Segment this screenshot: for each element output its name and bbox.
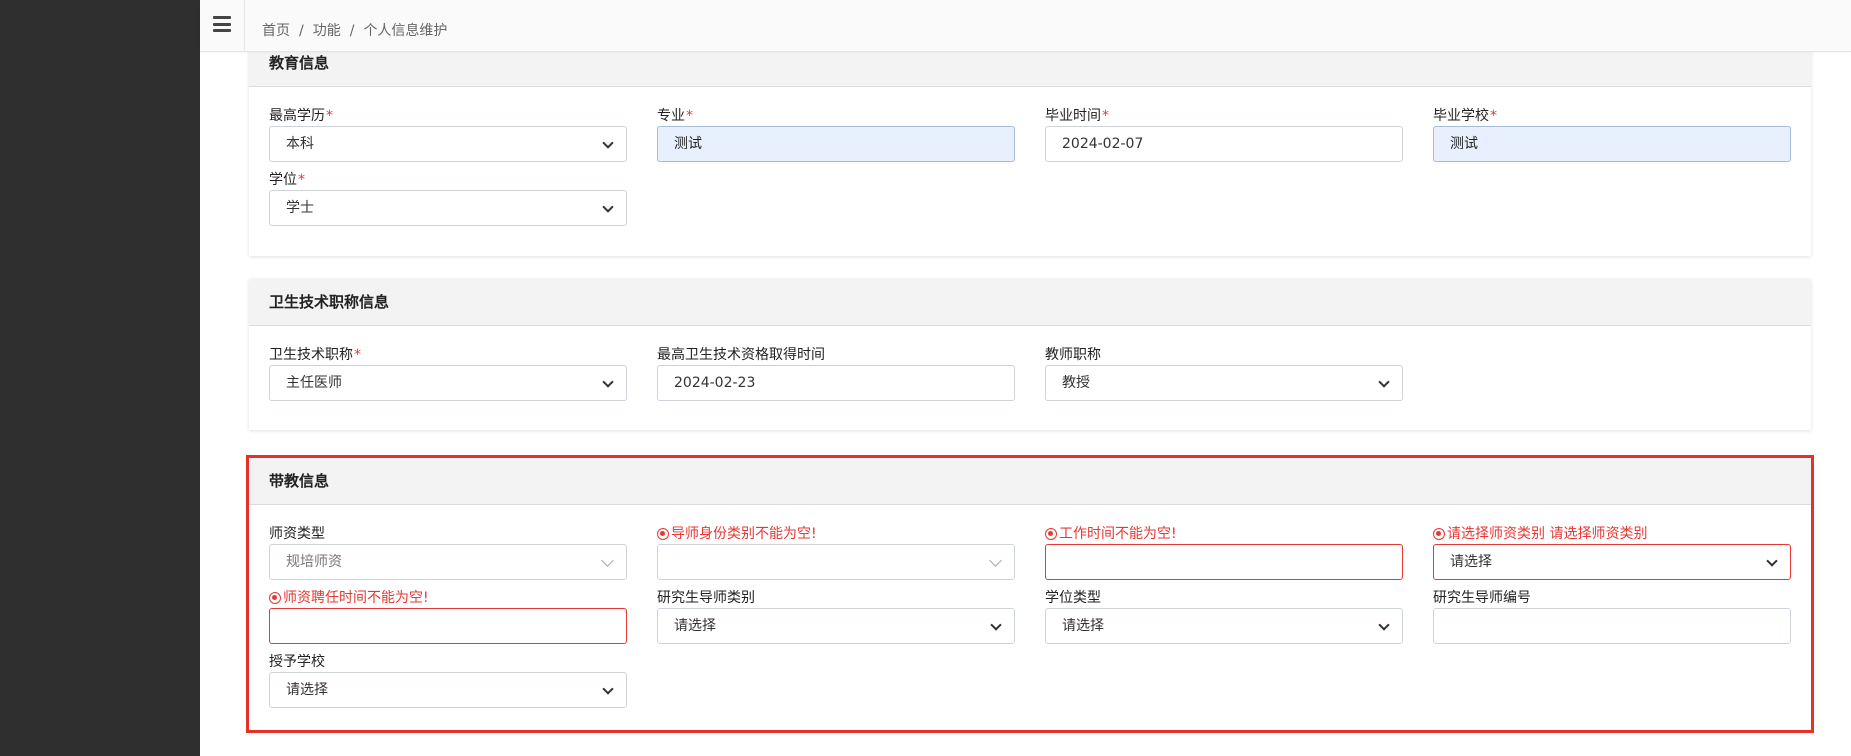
work-time-field: 工作时间不能为空! bbox=[1045, 524, 1403, 580]
teacher-title-label: 教师职称 bbox=[1045, 347, 1101, 363]
breadcrumb-home[interactable]: 首页 bbox=[262, 0, 290, 52]
health-title-label: 卫生技术职称 bbox=[269, 347, 353, 363]
teacher-title-select[interactable]: 教授 bbox=[1045, 365, 1403, 401]
sidebar bbox=[0, 0, 200, 756]
academic-degree-field: 学位* 学士 bbox=[269, 170, 627, 226]
mentor-category-field: 导师身份类别不能为空! bbox=[657, 524, 1015, 580]
qualification-time-field: 最高卫生技术资格取得时间 2024-02-23 bbox=[657, 345, 1015, 401]
faculty-category-select[interactable]: 请选择 bbox=[1433, 544, 1791, 580]
faculty-type-field: 师资类型 规培师资 bbox=[269, 524, 627, 580]
highest-degree-label: 最高学历 bbox=[269, 108, 325, 124]
required-mark: * bbox=[1102, 108, 1109, 124]
grad-mentor-type-select[interactable]: 请选择 bbox=[657, 608, 1015, 644]
breadcrumb: 首页 / 功能 / 个人信息维护 bbox=[262, 0, 447, 52]
grad-mentor-number-field: 研究生导师编号 bbox=[1433, 588, 1791, 644]
mentor-category-select[interactable] bbox=[657, 544, 1015, 580]
faculty-type-label: 师资类型 bbox=[269, 526, 325, 542]
error-icon bbox=[1433, 528, 1445, 540]
health-title-field: 卫生技术职称* 主任医师 bbox=[269, 345, 627, 401]
appointment-time-field: 师资聘任时间不能为空! bbox=[269, 588, 627, 644]
graduation-school-field: 毕业学校* 测试 bbox=[1433, 106, 1791, 162]
required-mark: * bbox=[326, 108, 333, 124]
teaching-card-title: 带教信息 bbox=[249, 458, 1811, 505]
awarding-school-field: 授予学校 请选择 bbox=[269, 652, 627, 708]
top-bar: 首页 / 功能 / 个人信息维护 bbox=[200, 0, 1851, 52]
grad-mentor-type-field: 研究生导师类别 请选择 bbox=[657, 588, 1015, 644]
graduation-school-label: 毕业学校 bbox=[1433, 108, 1489, 124]
error-icon bbox=[657, 528, 669, 540]
faculty-category-field: 请选择师资类别 请选择师资类别 请选择 bbox=[1433, 524, 1791, 580]
grad-mentor-number-input[interactable] bbox=[1433, 608, 1791, 644]
graduation-time-input[interactable]: 2024-02-07 bbox=[1045, 126, 1403, 162]
appointment-time-error: 师资聘任时间不能为空! bbox=[283, 590, 429, 606]
degree-type-field: 学位类型 请选择 bbox=[1045, 588, 1403, 644]
content: 教育信息 最高学历* 本科 专业* 测试 毕业时间* 2024-02-07 毕业… bbox=[200, 0, 1851, 756]
awarding-school-select[interactable]: 请选择 bbox=[269, 672, 627, 708]
major-label: 专业 bbox=[657, 108, 685, 124]
faculty-type-select[interactable]: 规培师资 bbox=[269, 544, 627, 580]
breadcrumb-current: 个人信息维护 bbox=[363, 23, 448, 39]
major-field: 专业* 测试 bbox=[657, 106, 1015, 162]
awarding-school-label: 授予学校 bbox=[269, 654, 325, 670]
qualification-time-label: 最高卫生技术资格取得时间 bbox=[657, 347, 825, 363]
menu-toggle-icon[interactable] bbox=[213, 16, 231, 32]
breadcrumb-function[interactable]: 功能 bbox=[313, 0, 341, 52]
required-mark: * bbox=[686, 108, 693, 124]
title-info-card: 卫生技术职称信息 卫生技术职称* 主任医师 最高卫生技术资格取得时间 2024-… bbox=[249, 279, 1811, 430]
error-icon bbox=[1045, 528, 1057, 540]
required-mark: * bbox=[1490, 108, 1497, 124]
work-time-error: 工作时间不能为空! bbox=[1059, 526, 1177, 542]
graduation-time-field: 毕业时间* 2024-02-07 bbox=[1045, 106, 1403, 162]
breadcrumb-separator: / bbox=[349, 23, 355, 39]
teaching-card: 带教信息 师资类型 规培师资 导师身份类别不能为空! 工作时间不能为空! 请选择… bbox=[246, 455, 1814, 733]
main-area: 首页 / 功能 / 个人信息维护 教育信息 最高学历* 本科 专业* 测试 毕业… bbox=[200, 0, 1851, 756]
teacher-title-field: 教师职称 教授 bbox=[1045, 345, 1403, 401]
graduation-school-input[interactable]: 测试 bbox=[1433, 126, 1791, 162]
degree-type-select[interactable]: 请选择 bbox=[1045, 608, 1403, 644]
required-mark: * bbox=[298, 172, 305, 188]
breadcrumb-separator: / bbox=[299, 23, 304, 39]
health-title-select[interactable]: 主任医师 bbox=[269, 365, 627, 401]
mentor-category-error: 导师身份类别不能为空! bbox=[671, 526, 817, 542]
grad-mentor-number-label: 研究生导师编号 bbox=[1433, 590, 1531, 606]
major-input[interactable]: 测试 bbox=[657, 126, 1015, 162]
faculty-category-error: 请选择师资类别 请选择师资类别 bbox=[1447, 526, 1648, 542]
grad-mentor-type-label: 研究生导师类别 bbox=[657, 590, 755, 606]
academic-degree-label: 学位 bbox=[269, 172, 297, 188]
appointment-time-input[interactable] bbox=[269, 608, 627, 644]
work-time-input[interactable] bbox=[1045, 544, 1403, 580]
highest-degree-select[interactable]: 本科 bbox=[269, 126, 627, 162]
graduation-time-label: 毕业时间 bbox=[1045, 108, 1101, 124]
education-card: 教育信息 最高学历* 本科 专业* 测试 毕业时间* 2024-02-07 毕业… bbox=[249, 40, 1811, 256]
error-icon bbox=[269, 592, 281, 604]
highest-degree-field: 最高学历* 本科 bbox=[269, 106, 627, 162]
required-mark: * bbox=[354, 347, 361, 363]
title-info-card-title: 卫生技术职称信息 bbox=[249, 279, 1811, 326]
qualification-time-input[interactable]: 2024-02-23 bbox=[657, 365, 1015, 401]
topbar-divider bbox=[244, 0, 245, 52]
academic-degree-select[interactable]: 学士 bbox=[269, 190, 627, 226]
degree-type-label: 学位类型 bbox=[1045, 590, 1101, 606]
